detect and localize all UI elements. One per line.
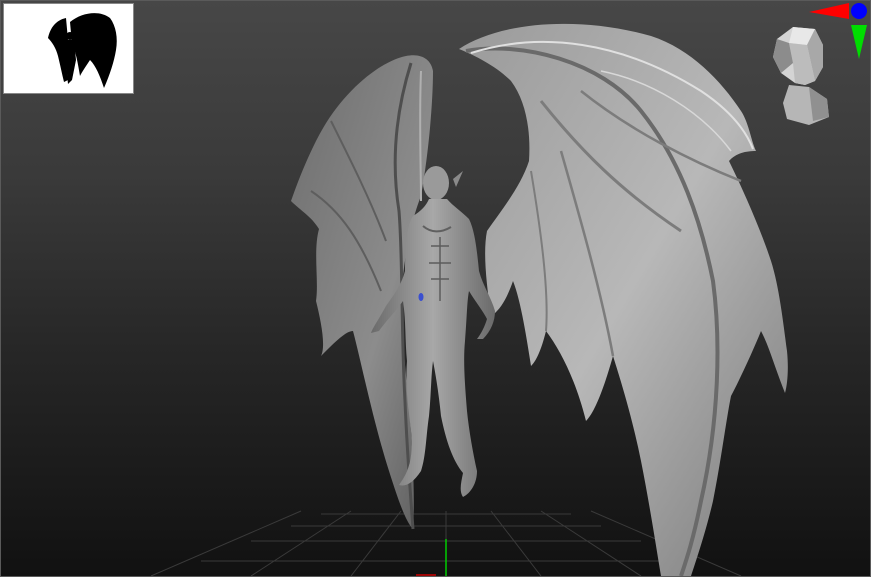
z-axis-dot [851, 3, 867, 19]
3d-viewport[interactable] [0, 0, 871, 577]
right-wing-mesh [459, 23, 788, 576]
x-axis-arrow [809, 3, 849, 19]
y-axis-arrow [851, 25, 867, 59]
silhouette-preview [3, 3, 134, 94]
silhouette-icon [4, 4, 133, 93]
head-navigation-cube[interactable] [765, 23, 835, 127]
